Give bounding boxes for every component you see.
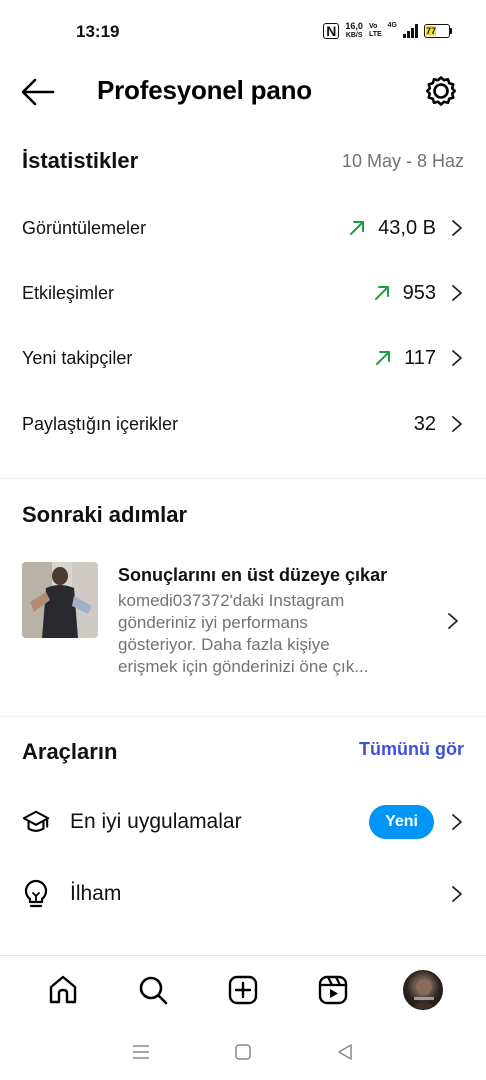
square-icon [235,1043,251,1060]
tool-row-best-practices[interactable]: En iyi uygulamalar Yeni [0,790,486,854]
nav-profile[interactable] [401,968,445,1012]
tools-title: Araçların [22,739,118,764]
next-steps-title: Sonraki adımlar [22,502,188,527]
trend-up-icon [373,284,391,302]
plus-square-icon [228,975,258,1004]
stat-value: 32 [413,412,436,435]
next-step-title: Sonuçlarını en üst düzeye çıkar [118,565,388,585]
graduation-cap-icon [22,808,50,836]
chevron-right-icon [446,612,460,630]
network-speed: 16,0 KB/S [345,22,363,40]
next-step-card[interactable]: Sonuçlarını en üst düzeye çıkar komedi03… [0,556,486,686]
chevron-right-icon [450,885,464,903]
nav-reels[interactable] [311,968,355,1012]
reels-icon [318,975,348,1004]
nfc-icon: N [323,23,340,39]
stat-value: 43,0 B [378,216,436,239]
volte-icon: Vo LTE [369,23,382,39]
status-icons: N 16,0 KB/S Vo LTE 4G 77 [323,22,452,40]
battery-icon: 77 [424,24,452,38]
stat-row-views[interactable]: Görüntülemeler 43,0 B [0,200,486,256]
recent-apps-button[interactable] [126,1037,156,1067]
settings-button[interactable] [424,74,458,108]
status-time: 13:19 [76,22,120,41]
settings-gear-icon [425,76,457,106]
chevron-right-icon [450,813,464,831]
divider [0,478,486,479]
back-system-button[interactable] [330,1037,360,1067]
network-speed-unit: KB/S [345,32,363,39]
header: Profesyonel pano [0,64,486,120]
nav-search[interactable] [131,968,175,1012]
next-step-desc-line: gösteriyor. Daha fazla kişiye [118,635,330,654]
chevron-right-icon [450,415,464,433]
trend-up-icon [374,349,392,367]
status-bar: 13:19 N 16,0 KB/S Vo LTE 4G 77 [0,0,486,64]
home-icon [49,975,77,1003]
signal-icon [403,24,418,38]
menu-lines-icon [133,1044,149,1059]
home-button[interactable] [228,1037,258,1067]
battery-level: 77 [426,26,437,36]
stat-row-interactions[interactable]: Etkileşimler 953 [0,265,486,321]
page-title: Profesyonel pano [97,75,312,105]
stat-label: Görüntülemeler [22,217,147,238]
tool-label: En iyi uygulamalar [70,810,242,833]
stat-label: Etkileşimler [22,282,115,303]
new-badge: Yeni [369,805,434,839]
tool-label: İlham [70,882,122,905]
chevron-right-icon [450,219,464,237]
search-icon [139,976,168,1004]
triangle-back-icon [338,1043,352,1060]
tool-row-inspiration[interactable]: İlham [0,862,486,926]
system-nav-bar [0,1023,486,1080]
stat-label: Yeni takipçiler [22,347,133,368]
trend-up-icon [348,219,366,237]
stats-date-range[interactable]: 10 May - 8 Haz [342,151,464,172]
profile-avatar [403,969,443,1010]
see-all-link[interactable]: Tümünü gör [359,739,464,760]
back-button[interactable] [20,76,56,108]
divider [0,716,486,717]
volte-top: Vo [368,23,378,30]
stat-value: 117 [404,346,436,369]
post-thumbnail[interactable] [22,562,98,638]
next-step-desc-line: komedi037372'daki Instagram [118,591,345,610]
network-speed-value: 16,0 [345,21,363,31]
next-step-desc-line: erişmek için gönderinizi öne çık... [118,657,369,676]
lightbulb-icon [22,879,50,908]
bottom-nav [0,955,486,1023]
stat-label: Paylaştığın içerikler [22,413,179,434]
stat-value: 953 [402,281,436,304]
network-type: 4G [387,22,397,29]
next-step-desc-line: gönderiniz iyi performans [118,613,308,632]
stat-row-shared-content[interactable]: Paylaştığın içerikler 32 [0,396,486,452]
stats-title: İstatistikler [22,148,139,173]
stat-row-new-followers[interactable]: Yeni takipçiler 117 [0,330,486,386]
nav-create[interactable] [221,968,265,1012]
back-arrow-icon [21,78,55,106]
next-step-description: komedi037372'daki Instagram gönderiniz i… [118,590,418,678]
chevron-right-icon [450,284,464,302]
volte-bottom: LTE [368,31,382,38]
chevron-right-icon [450,349,464,367]
nav-home[interactable] [41,968,85,1012]
